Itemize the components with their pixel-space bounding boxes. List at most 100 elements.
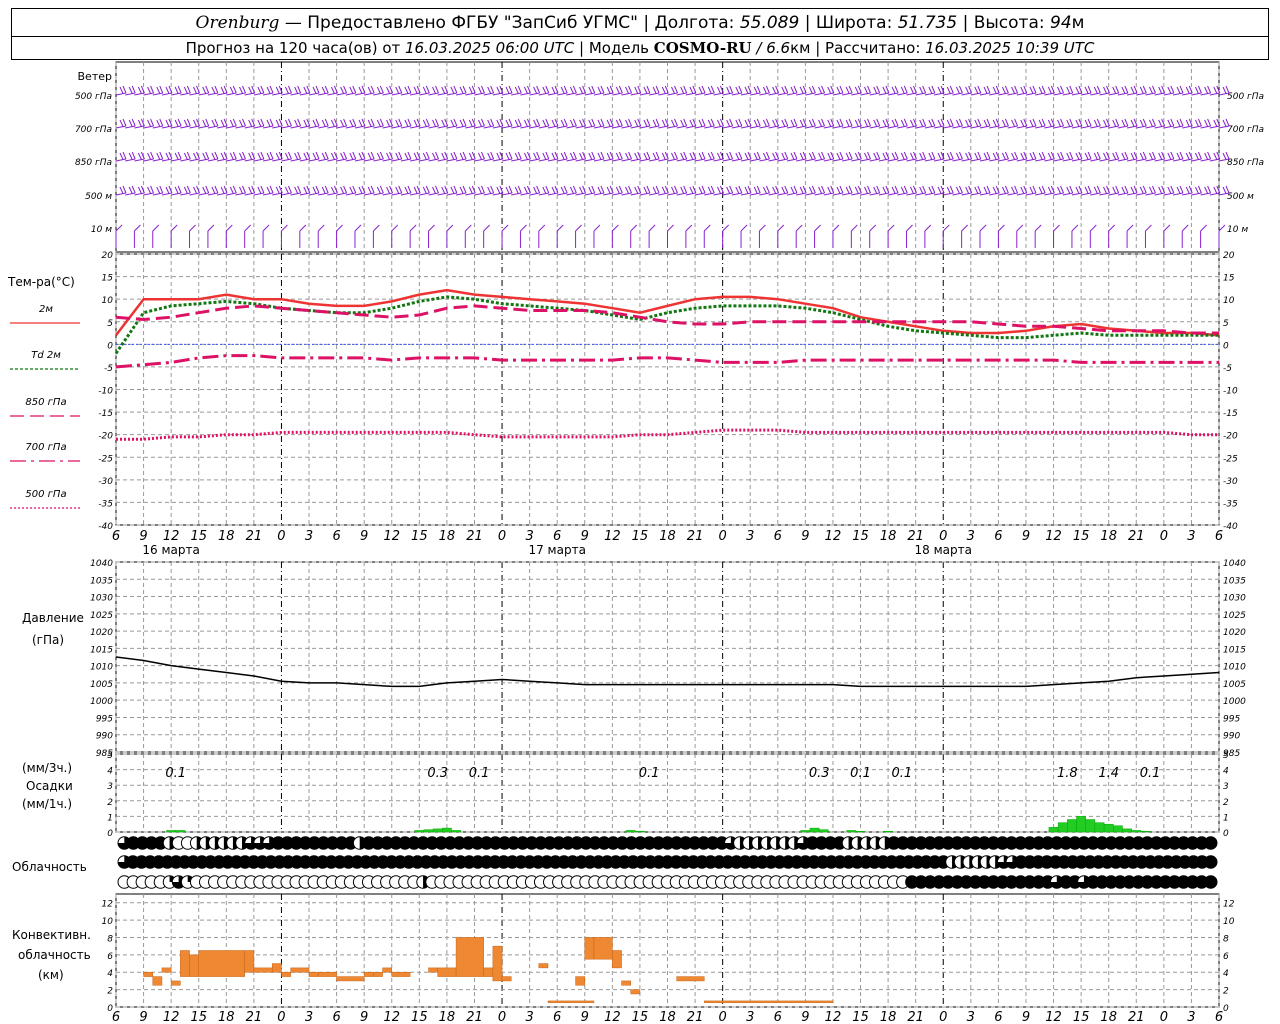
- wind-barb-flag: [1204, 119, 1209, 127]
- wind-barb-flag: [183, 152, 188, 160]
- wind-barb-flag: [887, 224, 895, 232]
- wind-barb: [1163, 92, 1174, 96]
- wind-barb-flag: [367, 152, 372, 160]
- wind-barb: [970, 92, 981, 96]
- wind-barb-flag: [251, 85, 256, 94]
- wind-barb: [161, 125, 173, 129]
- wind-barb-flag: [735, 86, 740, 94]
- temp-axis-title: Тем-ра(°C): [7, 275, 75, 289]
- wind-barb: [796, 92, 807, 96]
- wind-barb-flag: [1115, 118, 1120, 127]
- wind-barb-flag: [885, 85, 890, 94]
- wind-barb-flag: [324, 85, 329, 94]
- wind-barb-flag: [827, 152, 832, 160]
- wind-barb-flag: [974, 186, 979, 194]
- wind-barb: [713, 192, 724, 196]
- wind-barb-flag: [811, 151, 816, 160]
- wind-barb: [952, 92, 963, 96]
- wind-barb-flag: [698, 152, 703, 160]
- wind-barb-flag: [949, 185, 954, 194]
- wind-barb-flag: [542, 119, 547, 127]
- convective-x-tick: 21: [1128, 1010, 1145, 1024]
- wind-barb-flag: [551, 119, 556, 127]
- wind-barb-flag: [490, 85, 495, 94]
- convective-x-tick: 6: [332, 1010, 340, 1024]
- wind-barb-flag: [395, 119, 400, 127]
- wind-barb: [1154, 158, 1165, 162]
- wind-barb-flag: [1218, 224, 1226, 232]
- wind-barb-flag: [735, 152, 740, 160]
- wind-barb-flag: [239, 86, 243, 94]
- wind-barb: [281, 192, 292, 196]
- wind-barb-flag: [150, 185, 155, 194]
- wind-barb-flag: [1149, 119, 1153, 127]
- wind-barb-flag: [931, 151, 936, 160]
- wind-barb-flag: [597, 119, 602, 127]
- wind-barb-flag: [977, 151, 982, 160]
- wind-barb-flag: [591, 185, 596, 194]
- wind-barb: [253, 192, 264, 196]
- wind-barb: [814, 92, 825, 96]
- wind-barb: [336, 92, 347, 96]
- wind-barb: [557, 192, 568, 196]
- wind-barb-flag: [183, 86, 188, 94]
- wind-barb: [1163, 192, 1174, 196]
- wind-barb-flag: [370, 185, 375, 194]
- wind-barb: [143, 192, 154, 196]
- wind-barb-flag: [354, 224, 362, 232]
- wind-barb-flag: [1075, 152, 1080, 160]
- temp-y-tick-left: 5: [107, 319, 113, 329]
- wind-barb-flag: [297, 185, 302, 194]
- wind-barb-flag: [186, 185, 191, 194]
- wind-barb-flag: [490, 118, 495, 127]
- wind-barb-flag: [284, 152, 289, 160]
- wind-barb-flag: [940, 185, 945, 194]
- wind-barb-flag: [478, 186, 482, 194]
- wind-barb: [933, 158, 945, 162]
- temp-y-tick-left: -10: [98, 387, 113, 397]
- convective-x-tick: 9: [581, 1010, 589, 1024]
- wind-barb-flag: [931, 85, 936, 94]
- convective-x-tick: 12: [163, 1010, 180, 1024]
- temp-x-tick: 6: [774, 529, 782, 544]
- wind-barb-flag: [315, 151, 320, 160]
- wind-barb: [354, 125, 366, 129]
- wind-barb: [869, 92, 880, 96]
- wind-barb: [272, 125, 283, 129]
- wind-barb-flag: [536, 118, 541, 127]
- wind-barb-flag: [177, 151, 182, 160]
- wind-barb-flag: [726, 119, 731, 127]
- wind-barb: [198, 92, 209, 96]
- wind-barb-flag: [205, 151, 210, 160]
- wind-barb-flag: [701, 85, 706, 94]
- wind-barb: [410, 158, 421, 162]
- wind-barb: [217, 125, 228, 129]
- wind-barb-flag: [827, 186, 832, 194]
- precip-bar: [166, 830, 176, 833]
- wind-barb: [1117, 125, 1128, 129]
- wind-barb: [630, 158, 641, 162]
- wind-barb: [713, 92, 724, 96]
- wind-barb-flag: [821, 185, 826, 194]
- wind-barb: [685, 192, 696, 196]
- wind-barb-flag: [441, 186, 446, 194]
- precip-unit-1h: (мм/1ч.): [22, 797, 72, 811]
- wind-barb-flag: [395, 186, 400, 194]
- wind-barb: [878, 92, 890, 96]
- wind-barb-flag: [924, 224, 932, 232]
- wind-barb-flag: [340, 119, 345, 127]
- temp-x-tick: 3: [1187, 529, 1195, 544]
- wind-barb-flag: [995, 85, 1000, 94]
- wind-barb: [299, 158, 310, 162]
- wind-barb-flag: [1096, 185, 1101, 194]
- wind-barb: [308, 158, 320, 162]
- wind-barb-flag: [211, 152, 216, 160]
- wind-barb-flag: [692, 85, 697, 94]
- wind-barb: [740, 92, 752, 96]
- wind-barb: [630, 192, 641, 196]
- wind-barb-flag: [854, 119, 859, 127]
- precip-bar: [1131, 830, 1142, 833]
- wind-barb-flag: [992, 152, 997, 160]
- wind-barb: [529, 125, 540, 129]
- wind-barb-flag: [919, 152, 924, 160]
